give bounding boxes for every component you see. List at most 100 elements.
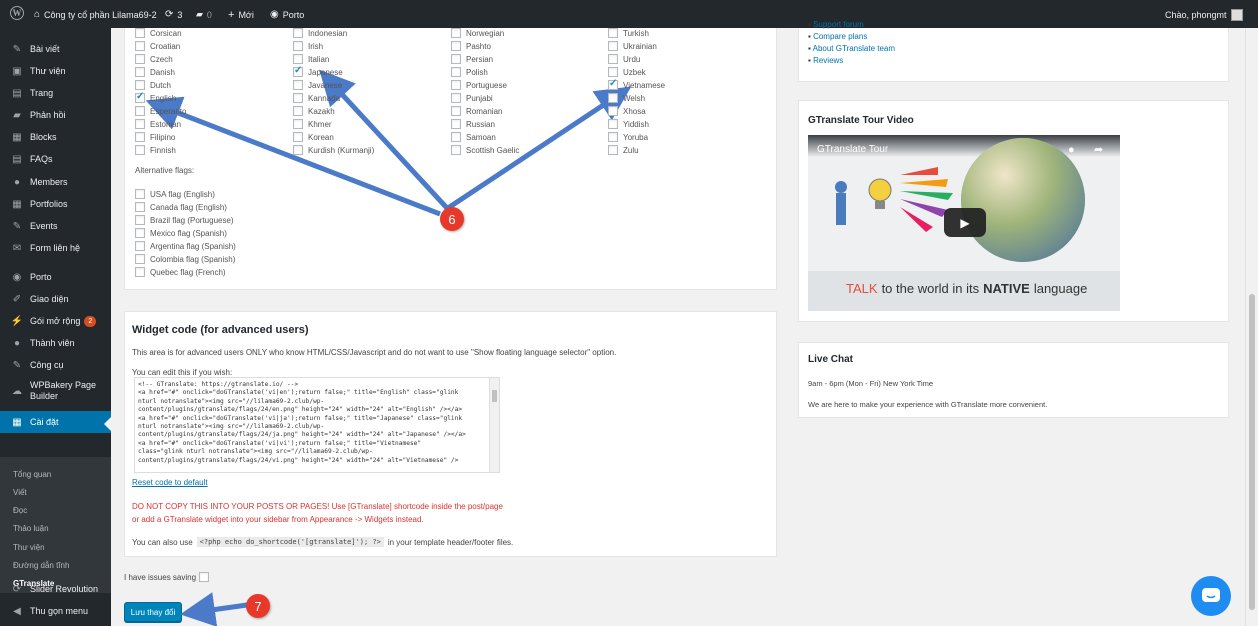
language-checkbox[interactable]: [135, 41, 145, 51]
alt-flag-option[interactable]: USA flag (English): [135, 189, 215, 199]
language-option[interactable]: Czech: [135, 54, 173, 64]
widget-code-textarea[interactable]: <!-- GTranslate: https://gtranslate.io/ …: [134, 377, 500, 473]
language-option[interactable]: Welsh: [608, 93, 645, 103]
language-option[interactable]: Xhosa: [608, 106, 646, 116]
language-option[interactable]: Norwegian: [451, 28, 504, 38]
language-checkbox[interactable]: [451, 93, 461, 103]
alt-flag-checkbox[interactable]: [135, 254, 145, 264]
language-checkbox[interactable]: [608, 119, 618, 129]
language-option[interactable]: Kurdish (Kurmanji): [293, 145, 374, 155]
sidebar-link[interactable]: ▪ About GTranslate team: [808, 44, 895, 53]
language-checkbox[interactable]: [293, 80, 303, 90]
reset-code-link[interactable]: Reset code to default: [132, 478, 208, 487]
language-option[interactable]: Korean: [293, 132, 334, 142]
language-checkbox[interactable]: [293, 54, 303, 64]
sidebar-item-15[interactable]: ☁ WPBakery Page Builder: [0, 376, 111, 406]
language-option[interactable]: Polish: [451, 67, 488, 77]
sidebar-item-2[interactable]: ▤ Trang: [0, 82, 111, 104]
language-option[interactable]: Zulu: [608, 145, 639, 155]
language-checkbox[interactable]: [293, 132, 303, 142]
submenu-item[interactable]: Viết: [13, 488, 27, 497]
alt-flag-checkbox[interactable]: [135, 241, 145, 251]
sidebar-item-3[interactable]: ▰ Phản hồi: [0, 104, 111, 126]
language-checkbox[interactable]: [135, 145, 145, 155]
language-checkbox[interactable]: [135, 119, 145, 129]
alt-flag-option[interactable]: Canada flag (English): [135, 202, 227, 212]
porto-theme-link[interactable]: ◉ Porto: [270, 9, 304, 20]
alt-flag-option[interactable]: Quebec flag (French): [135, 267, 226, 277]
alt-flag-checkbox[interactable]: [135, 267, 145, 277]
language-option[interactable]: Punjabi: [451, 93, 493, 103]
sidebar-item-11[interactable]: ✐ Giao diện: [0, 288, 111, 310]
language-checkbox[interactable]: [135, 132, 145, 142]
language-option[interactable]: Khmer: [293, 119, 332, 129]
language-checkbox[interactable]: [608, 132, 618, 142]
language-checkbox[interactable]: [608, 93, 618, 103]
language-checkbox[interactable]: [135, 67, 145, 77]
language-option[interactable]: Scottish Gaelic: [451, 145, 519, 155]
alt-flag-checkbox[interactable]: [135, 202, 145, 212]
sidebar-item-0[interactable]: ✎ Bài viết: [0, 38, 111, 60]
account-menu[interactable]: Chào, phongmt: [1165, 9, 1243, 21]
language-option[interactable]: Persian: [451, 54, 493, 64]
sidebar-link[interactable]: ▪ Compare plans: [808, 32, 867, 41]
alt-flag-option[interactable]: Mexico flag (Spanish): [135, 228, 227, 238]
language-checkbox[interactable]: [451, 54, 461, 64]
comments-link[interactable]: ▰ 0: [196, 9, 212, 20]
language-checkbox[interactable]: [135, 91, 145, 103]
alt-flag-checkbox[interactable]: [135, 215, 145, 225]
updates-link[interactable]: ⟳ 3: [165, 9, 182, 20]
alt-flag-option[interactable]: Colombia flag (Spanish): [135, 254, 235, 264]
language-option[interactable]: Dutch: [135, 80, 171, 90]
language-checkbox[interactable]: [608, 67, 618, 77]
new-content-link[interactable]: + Mới: [228, 9, 254, 21]
language-checkbox[interactable]: [451, 145, 461, 155]
alt-flag-option[interactable]: Argentina flag (Spanish): [135, 241, 236, 251]
language-checkbox[interactable]: [451, 67, 461, 77]
language-checkbox[interactable]: [293, 65, 303, 77]
language-checkbox[interactable]: [135, 80, 145, 90]
submenu-item[interactable]: Tổng quan: [13, 470, 51, 479]
sidebar-item-8[interactable]: ✎ Events: [0, 215, 111, 237]
language-option[interactable]: Filipino: [135, 132, 175, 142]
language-checkbox[interactable]: [451, 132, 461, 142]
language-checkbox[interactable]: [451, 28, 461, 38]
language-option[interactable]: Turkish: [608, 28, 649, 38]
language-option[interactable]: English: [135, 91, 176, 103]
textarea-scrollbar[interactable]: [489, 378, 499, 472]
sidebar-item-12[interactable]: ⚡ Gói mở rộng 2: [0, 310, 111, 332]
language-option[interactable]: Russian: [451, 119, 495, 129]
language-option[interactable]: Yoruba: [608, 132, 648, 142]
language-option[interactable]: Corsican: [135, 28, 182, 38]
language-option[interactable]: Estonian: [135, 119, 181, 129]
language-option[interactable]: Japanese: [293, 65, 343, 77]
language-option[interactable]: Uzbek: [608, 67, 646, 77]
language-option[interactable]: Esperanto: [135, 106, 186, 116]
alt-flag-option[interactable]: Brazil flag (Portuguese): [135, 215, 234, 225]
submenu-item[interactable]: Thảo luận: [13, 524, 49, 533]
save-changes-button[interactable]: Lưu thay đổi: [124, 602, 182, 622]
sidebar-item-17[interactable]: ⟳ Slider Revolution: [0, 578, 111, 600]
language-checkbox[interactable]: [293, 119, 303, 129]
language-option[interactable]: Urdu: [608, 54, 640, 64]
language-option[interactable]: Romanian: [451, 106, 502, 116]
site-name-link[interactable]: ⌂ Công ty cổ phần Lilama69-2: [34, 9, 157, 20]
language-checkbox[interactable]: [451, 119, 461, 129]
sidebar-link[interactable]: ▪ Reviews: [808, 56, 843, 65]
language-checkbox[interactable]: [608, 106, 618, 116]
language-option[interactable]: Italian: [293, 54, 329, 64]
submenu-item[interactable]: Thư viện: [13, 543, 45, 552]
language-option[interactable]: Vietnamese: [608, 78, 665, 90]
language-checkbox[interactable]: [135, 28, 145, 38]
language-option[interactable]: Irish: [293, 41, 323, 51]
language-checkbox[interactable]: [608, 41, 618, 51]
sidebar-item-1[interactable]: ▣ Thư viện: [0, 60, 111, 82]
language-checkbox[interactable]: [451, 41, 461, 51]
language-option[interactable]: Portuguese: [451, 80, 507, 90]
language-option[interactable]: Danish: [135, 67, 175, 77]
language-checkbox[interactable]: [135, 106, 145, 116]
language-option[interactable]: Kannada: [293, 93, 340, 103]
language-option[interactable]: Samoan: [451, 132, 496, 142]
language-checkbox[interactable]: [293, 28, 303, 38]
sidebar-item-18[interactable]: ◀ Thu gọn menu: [0, 600, 111, 622]
